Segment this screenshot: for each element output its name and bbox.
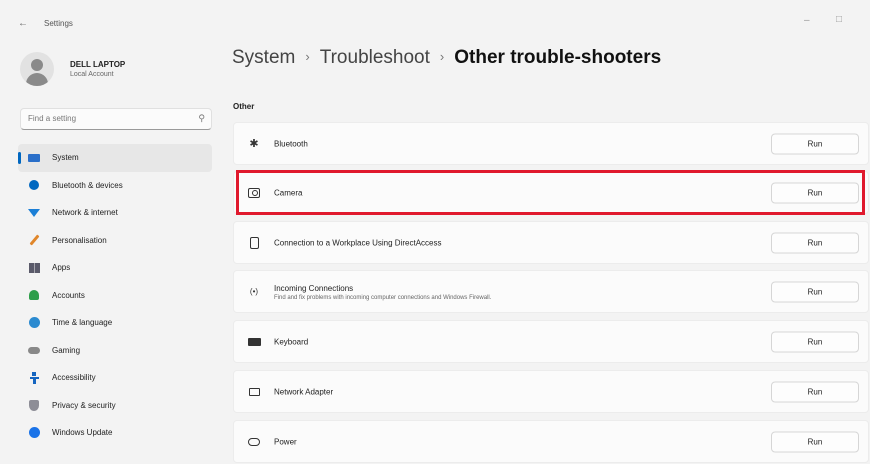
run-directaccess-button[interactable]: Run [771,232,859,253]
sidebar-item-label: Personalisation [52,235,107,245]
profile-name: DELL LAPTOP [70,60,126,69]
sidebar-item-system[interactable]: System [18,144,212,172]
breadcrumb-system[interactable]: System [232,47,295,68]
troubleshooter-bluetooth: ✱ Bluetooth Run [233,122,869,165]
page-title: Other trouble-shooters [454,47,662,68]
troubleshooter-description: Find and fix problems with incoming comp… [274,295,492,301]
troubleshooter-incoming-connections: (•) Incoming Connections Find and fix pr… [233,270,869,313]
run-incoming-connections-button[interactable]: Run [771,281,859,302]
troubleshooter-title: Bluetooth [274,139,308,148]
highlight-box [236,170,865,215]
sidebar-item-windows-update[interactable]: Windows Update [18,419,212,447]
profile-account-type: Local Account [70,71,114,78]
phone-icon [247,236,261,250]
bluetooth-icon: ✱ [249,138,259,150]
maximize-button[interactable]: □ [836,14,842,25]
antenna-icon: (•) [249,287,259,296]
sidebar-nav: System Bluetooth & devices Network & int… [18,144,212,447]
avatar [20,52,54,86]
search-input[interactable]: Find a setting ⚲ [20,108,212,130]
time-language-icon [28,317,40,329]
troubleshooter-keyboard: Keyboard Run [233,320,869,363]
run-network-adapter-button[interactable]: Run [771,381,859,402]
sidebar-item-label: Privacy & security [52,400,116,410]
sidebar-item-network-internet[interactable]: Network & internet [18,199,212,227]
windows-update-icon [28,427,40,439]
gaming-icon [28,344,40,356]
troubleshooter-title: Incoming Connections [274,284,354,293]
search-icon: ⚲ [198,113,205,123]
sidebar-item-label: Bluetooth & devices [52,180,123,190]
network-icon [28,207,40,219]
troubleshooter-title: Connection to a Workplace Using DirectAc… [274,238,442,247]
sidebar-item-label: System [52,153,79,163]
troubleshooter-title: Network Adapter [274,387,334,396]
accessibility-icon [28,371,40,384]
privacy-icon [28,399,40,411]
bluetooth-icon [28,179,40,191]
sidebar-item-apps[interactable]: Apps [18,254,212,282]
section-label: Other [233,102,255,111]
run-bluetooth-button[interactable]: Run [771,133,859,154]
troubleshooter-directaccess: Connection to a Workplace Using DirectAc… [233,221,869,264]
troubleshooter-network-adapter: Network Adapter Run [233,370,869,413]
breadcrumb-separator: › [305,49,310,64]
sidebar-item-privacy-security[interactable]: Privacy & security [18,392,212,420]
network-adapter-icon [247,385,261,399]
sidebar-item-label: Network & internet [52,208,118,218]
keyboard-icon [247,335,261,349]
breadcrumb-separator: › [439,49,445,64]
minimize-button[interactable]: – [804,15,810,26]
system-icon [28,152,40,164]
sidebar-item-accounts[interactable]: Accounts [18,282,212,310]
title-bar: ← Settings – □ [0,0,870,40]
troubleshooter-title: Power [274,437,297,446]
app-title: Settings [44,19,73,28]
sidebar-item-bluetooth-devices[interactable]: Bluetooth & devices [18,172,212,200]
sidebar-item-gaming[interactable]: Gaming [18,337,212,365]
sidebar-item-accessibility[interactable]: Accessibility [18,364,212,392]
back-arrow-icon[interactable]: ← [18,18,28,29]
sidebar-item-label: Gaming [52,345,81,355]
troubleshooter-title: Keyboard [274,337,309,346]
sidebar-item-label: Accessibility [52,373,96,383]
sidebar-item-time-language[interactable]: Time & language [18,309,212,337]
sidebar-item-label: Windows Update [52,428,113,438]
power-icon [247,435,261,449]
sidebar-item-label: Apps [52,263,71,273]
troubleshooter-power: Power Run [233,420,869,463]
search-placeholder: Find a setting [28,114,77,123]
sidebar-item-label: Accounts [52,290,85,300]
apps-icon [28,262,40,274]
sidebar-item-personalisation[interactable]: Personalisation [18,227,212,255]
accounts-icon [28,289,40,301]
sidebar-item-label: Time & language [52,318,113,328]
run-keyboard-button[interactable]: Run [771,331,859,352]
breadcrumb-troubleshoot[interactable]: Troubleshoot [320,47,430,68]
run-power-button[interactable]: Run [771,431,859,452]
breadcrumb: System › Troubleshoot › Other trouble-shoote… [232,47,661,69]
personalisation-icon [28,234,40,246]
user-profile[interactable]: DELL LAPTOP Local Account [20,52,220,88]
